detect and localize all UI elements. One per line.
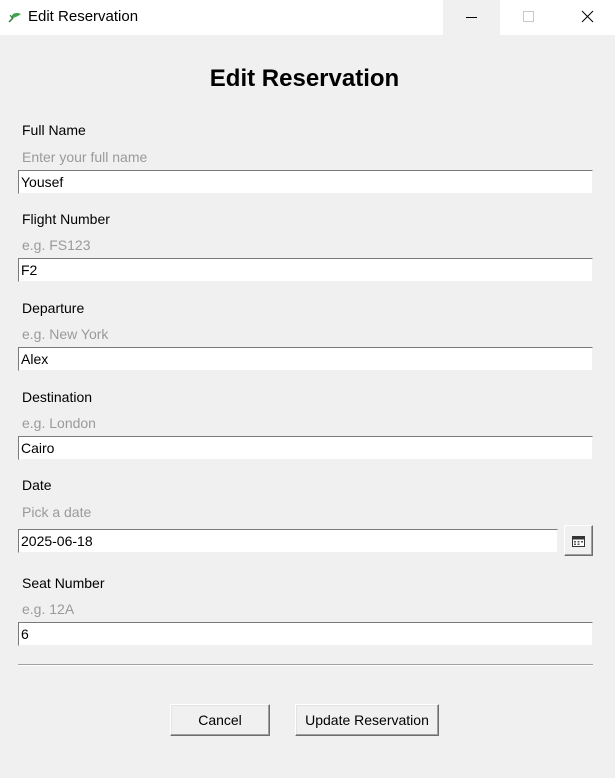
seat-number-hint: e.g. 12A (22, 601, 75, 617)
departure-label: Departure (22, 300, 85, 316)
feather-app-icon (7, 9, 23, 25)
departure-input[interactable] (18, 347, 593, 371)
date-picker-button[interactable] (564, 525, 593, 556)
date-hint: Pick a date (22, 504, 92, 520)
date-input[interactable] (18, 529, 558, 553)
minimize-button[interactable] (443, 0, 500, 35)
full-name-input[interactable] (18, 170, 593, 194)
destination-hint: e.g. London (22, 415, 96, 431)
form-heading: Edit Reservation (209, 65, 400, 92)
flight-number-hint: e.g. FS123 (22, 237, 91, 253)
full-name-hint: Enter your full name (22, 149, 148, 165)
flight-number-label: Flight Number (22, 211, 110, 227)
maximize-button[interactable] (500, 0, 557, 35)
update-reservation-button[interactable]: Update Reservation (295, 704, 439, 736)
date-label: Date (22, 477, 52, 493)
flight-number-input[interactable] (18, 258, 593, 282)
window-title: Edit Reservation (28, 8, 139, 25)
destination-input[interactable] (18, 436, 593, 460)
maximize-icon (500, 0, 557, 35)
seat-number-input[interactable] (18, 622, 593, 646)
close-button[interactable] (558, 0, 615, 35)
separator (18, 664, 593, 666)
departure-hint: e.g. New York (22, 326, 109, 342)
seat-number-label: Seat Number (22, 575, 105, 591)
destination-label: Destination (22, 389, 93, 405)
title-bar[interactable]: Edit Reservation (0, 0, 615, 35)
close-icon (558, 0, 615, 35)
minimize-icon (443, 0, 500, 35)
cancel-button[interactable]: Cancel (170, 704, 270, 736)
full-name-label: Full Name (22, 122, 86, 138)
